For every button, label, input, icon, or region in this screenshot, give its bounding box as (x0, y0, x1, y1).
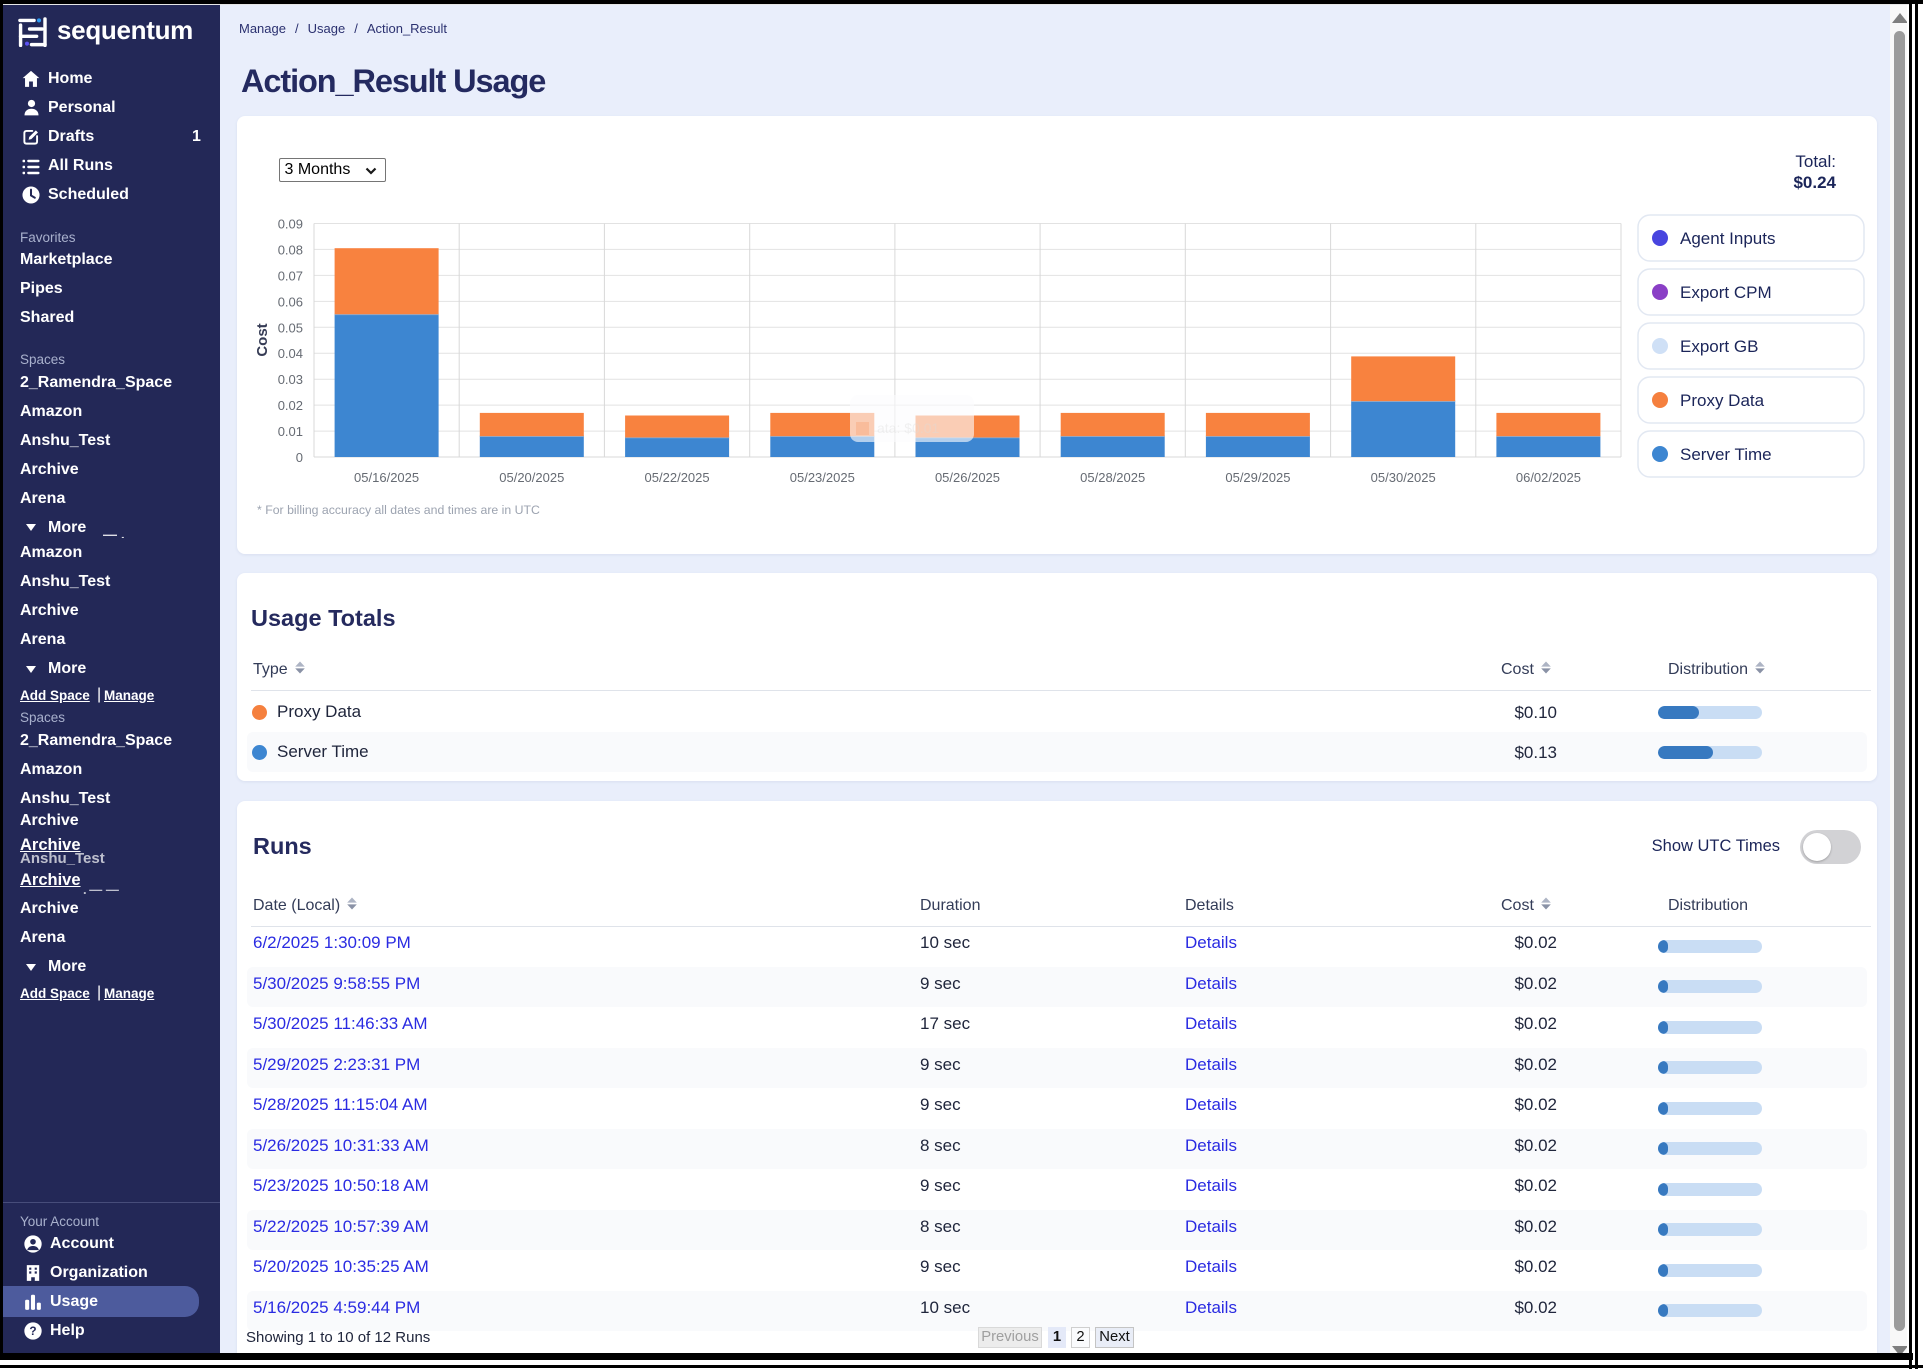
svg-text:05/23/2025: 05/23/2025 (790, 470, 855, 485)
svg-text:0.06: 0.06 (278, 294, 303, 309)
svg-text:Server Time: Server Time (1680, 445, 1772, 464)
svg-text:05/20/2025: 05/20/2025 (499, 470, 564, 485)
svg-text:Agent Inputs: Agent Inputs (1680, 229, 1775, 248)
svg-text:05/26/2025: 05/26/2025 (935, 470, 1000, 485)
svg-text:Export GB: Export GB (1680, 337, 1758, 356)
svg-text:0.01: 0.01 (278, 424, 303, 439)
svg-text:Export CPM: Export CPM (1680, 283, 1772, 302)
svg-text:0.05: 0.05 (278, 320, 303, 335)
svg-text:0.08: 0.08 (278, 242, 303, 257)
svg-text:?: ? (29, 1324, 36, 1338)
svg-text:0.02: 0.02 (278, 398, 303, 413)
svg-text:05/22/2025: 05/22/2025 (645, 470, 710, 485)
svg-text:0: 0 (296, 450, 303, 465)
svg-text:05/30/2025: 05/30/2025 (1371, 470, 1436, 485)
svg-text:05/28/2025: 05/28/2025 (1080, 470, 1145, 485)
svg-text:0.04: 0.04 (278, 346, 303, 361)
svg-text:* For billing accuracy all dat: * For billing accuracy all dates and tim… (257, 503, 540, 517)
svg-text:Proxy Data: Proxy Data (1680, 391, 1765, 410)
svg-text:ata: $0.01: ata: $0.01 (877, 420, 939, 436)
svg-text:05/16/2025: 05/16/2025 (354, 470, 419, 485)
svg-text:05/29/2025: 05/29/2025 (1225, 470, 1290, 485)
svg-text:0.07: 0.07 (278, 268, 303, 283)
svg-text:0.09: 0.09 (278, 217, 303, 232)
svg-text:Cost: Cost (254, 323, 271, 356)
svg-text:0.03: 0.03 (278, 372, 303, 387)
svg-text:06/02/2025: 06/02/2025 (1516, 470, 1581, 485)
